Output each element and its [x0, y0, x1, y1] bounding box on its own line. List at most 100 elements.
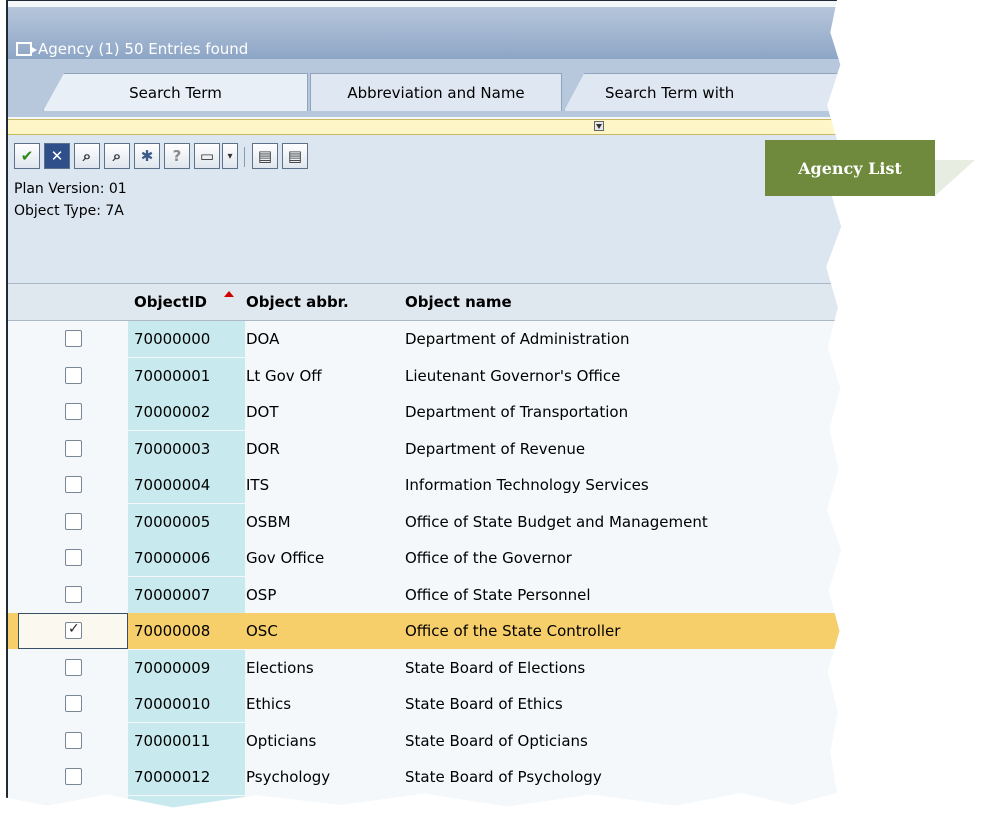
row-select-cell	[18, 723, 128, 759]
object-name-cell: State Board of Psychology	[405, 768, 602, 786]
object-id-cell: 70000000	[128, 321, 245, 357]
cancel-icon[interactable]: ✕	[44, 143, 70, 169]
row-select-cell	[18, 540, 128, 576]
column-object-abbr[interactable]: Object abbr.	[246, 284, 349, 320]
object-id-cell	[128, 795, 245, 808]
object-abbr-cell: Gov Office	[246, 549, 325, 567]
object-name-cell: State Board of Auctioneer Licensing	[405, 796, 674, 808]
table-row[interactable]: 70000005 OSBM Office of State Budget and M…	[8, 503, 841, 540]
object-abbr-cell: DOT	[246, 403, 279, 421]
object-id-cell: 70000003	[128, 430, 245, 467]
row-checkbox[interactable]	[65, 585, 82, 603]
object-name-cell: Lieutenant Governor's Office	[405, 366, 621, 385]
tab-search-term-with[interactable]: Search Term with	[564, 73, 842, 111]
object-abbr-cell: ITS	[246, 476, 270, 494]
object-abbr-cell: OSC	[246, 622, 278, 640]
row-checkbox[interactable]	[65, 476, 82, 493]
dropdown-icon[interactable]: ▾	[222, 143, 238, 169]
row-checkbox[interactable]	[65, 621, 82, 639]
collapse-icon[interactable]	[594, 121, 604, 131]
table-row[interactable]: 70000002 DOT Department of Transportation	[8, 394, 841, 430]
row-select-cell	[18, 394, 128, 430]
object-name-cell: Department of Administration	[405, 330, 630, 348]
object-id-cell: 70000001	[128, 357, 245, 394]
object-id-cell: 70000006	[128, 540, 245, 576]
table-row[interactable]: Auct Lic. State Board of Auctioneer Licen…	[8, 795, 841, 808]
tab-abbreviation-and-name[interactable]: Abbreviation and Name	[310, 73, 562, 111]
table-row[interactable]: 70000004 ITS Information Technology Servic…	[8, 467, 841, 503]
object-id-cell: 70000005	[128, 503, 245, 540]
object-id-cell: 70000004	[128, 467, 245, 503]
plan-version: Plan Version: 01	[14, 181, 127, 197]
help-icon[interactable]: ?	[164, 143, 190, 169]
object-abbr-cell: DOR	[246, 439, 280, 458]
object-abbr-cell: Psychology	[246, 768, 331, 786]
print-icon[interactable]: ▭	[194, 143, 220, 169]
toolbar-divider	[244, 147, 245, 167]
row-checkbox[interactable]	[65, 695, 82, 712]
row-select-cell	[18, 504, 128, 540]
table-row[interactable]: 70000010 Ethics State Board of Ethics	[8, 686, 841, 722]
table-row[interactable]: 70000006 Gov Office Office of the Governor	[8, 540, 841, 576]
table-row[interactable]: 70000000 DOA Department of Administration	[8, 321, 841, 357]
row-checkbox[interactable]	[65, 804, 82, 808]
table-row[interactable]: 70000007 OSP Office of State Personnel	[8, 576, 841, 613]
export-2-icon[interactable]: ▤	[282, 143, 308, 169]
row-select-cell	[18, 796, 128, 808]
table-row[interactable]: 70000008OSC Office of the State Controlle…	[8, 613, 842, 649]
object-id-cell: 70000011	[128, 722, 245, 759]
object-abbr-cell: Auct Lic.	[246, 796, 310, 808]
row-checkbox[interactable]	[65, 366, 82, 384]
object-name-cell: Information Technology Services	[405, 476, 649, 494]
row-checkbox[interactable]	[65, 512, 82, 530]
row-select-cell	[18, 613, 128, 649]
row-checkbox[interactable]	[65, 549, 82, 566]
row-checkbox[interactable]	[65, 403, 82, 420]
object-id-cell: 70000012	[128, 759, 245, 795]
object-name-cell: State Board of Elections	[405, 658, 586, 677]
selection-criteria-bar	[8, 119, 842, 135]
dialog-icon	[16, 42, 37, 56]
table-row[interactable]: 70000003 DOR Department of Revenue	[8, 430, 841, 467]
object-abbr-cell: Ethics	[246, 695, 292, 713]
title-bar: Agency (1) 50 Entries found	[8, 7, 842, 60]
object-name-cell: Office of the State Controller	[405, 622, 621, 640]
check-icon[interactable]: ✔	[14, 143, 40, 169]
row-select-cell	[18, 321, 128, 357]
object-abbr-cell: Elections	[246, 658, 314, 677]
table-row[interactable]: 70000001 Lt Gov Off Lieutenant Governor's …	[8, 357, 841, 394]
row-checkbox[interactable]	[65, 731, 82, 749]
find-icon[interactable]: ⌕	[74, 143, 100, 169]
filter-icon[interactable]: ✱	[134, 143, 160, 169]
row-checkbox[interactable]	[65, 768, 82, 785]
object-name-cell: Office of State Personnel	[405, 585, 591, 604]
column-objectid[interactable]: ObjectID	[134, 284, 207, 320]
object-abbr-cell: DOA	[246, 330, 280, 348]
object-id-cell: 70000002	[128, 394, 245, 430]
table-row[interactable]: 70000009 Elections State Board of Election…	[8, 649, 841, 686]
row-select-cell	[18, 358, 128, 394]
row-checkbox[interactable]	[65, 330, 82, 347]
tab-search-term[interactable]: Search Term	[43, 73, 308, 111]
find-next-icon[interactable]: ⌕	[104, 143, 130, 169]
table-row[interactable]: 70000011 Opticians State Board of Optician…	[8, 722, 841, 759]
row-checkbox[interactable]	[65, 439, 82, 457]
sort-ascending-icon	[224, 291, 234, 297]
export-icon[interactable]: ▤	[252, 143, 278, 169]
window-title: Agency (1) 50 Entries found	[16, 40, 248, 58]
object-abbr-cell: OSP	[246, 585, 277, 604]
object-name-cell: Department of Revenue	[405, 439, 586, 458]
row-select-cell	[18, 650, 128, 686]
table-row[interactable]: 70000012 Psychology State Board of Psychol…	[8, 759, 841, 795]
object-abbr-cell: Lt Gov Off	[246, 366, 322, 385]
object-name-cell: State Board of Opticians	[405, 731, 588, 750]
object-name-cell: Office of State Budget and Management	[405, 512, 708, 531]
table-header: ObjectID Object abbr. Object name	[8, 283, 842, 321]
column-object-name[interactable]: Object name	[405, 284, 512, 320]
row-select-cell	[18, 759, 128, 795]
row-select-cell	[18, 467, 128, 503]
row-checkbox[interactable]	[65, 658, 82, 676]
object-abbr-cell: OSBM	[246, 512, 291, 531]
row-select-cell	[18, 686, 128, 722]
object-id-cell: 70000008	[128, 613, 245, 649]
